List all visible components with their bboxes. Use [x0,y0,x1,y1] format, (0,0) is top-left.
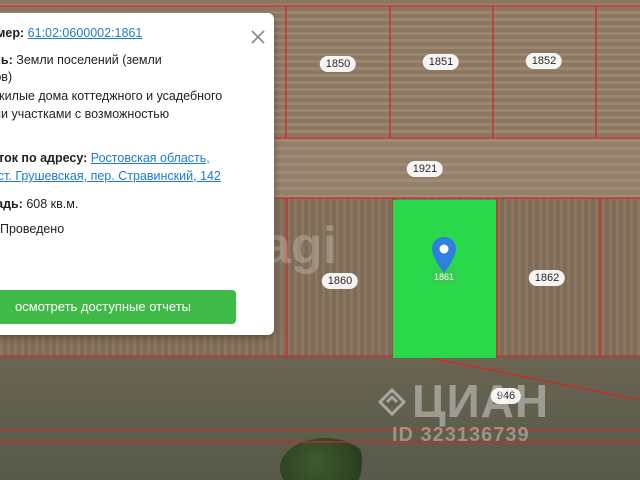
address-label: участок по адресу: [0,151,88,165]
area-label: лощадь: [0,197,23,211]
address-link[interactable]: Ростовская область, [91,151,210,165]
parcel-label[interactable]: 1850 [319,56,357,72]
parcel-label[interactable]: 1862 [528,270,566,286]
parcel-info-panel: й номер: 61:02:0600002:1861 емель: Земли… [0,13,274,335]
status-value: Проведено [0,222,65,236]
permitted-use-line-2: ьными участками с возможностью [0,107,170,121]
view-reports-button[interactable]: осмотреть доступные отчеты [0,290,236,324]
cadastral-number-link[interactable]: 61:02:0600002:1861 [28,26,143,40]
watermark-listing-id: ID 323136739 [392,424,530,446]
area-row: лощадь: 608 кв.м. [0,195,78,213]
land-category-value: Земли поселений (земли [16,53,162,67]
watermark-brand: ЦИАН [412,375,550,427]
land-category-label: емель: [0,53,13,67]
map-pin-icon[interactable] [431,236,457,274]
parcel-label[interactable]: 1852 [525,53,563,69]
permitted-use-row: ные жилые дома коттеджного и усадебного [0,87,222,105]
close-icon[interactable] [250,29,266,45]
permitted-use-row-2: ьными участками с возможностью [0,105,169,123]
parcel-label[interactable]: 1921 [406,161,444,177]
address-row-2: йон, ст. Грушевская, пер. Стравинский, 1… [0,167,221,185]
cadastral-number-row: й номер: 61:02:0600002:1861 [0,24,142,42]
area-value: 608 кв.м. [26,197,79,211]
status-row: Проведено [0,220,64,238]
cian-logo-icon [378,388,406,416]
address-row: участок по адресу: Ростовская область, [0,149,210,167]
address-link-2[interactable]: йон, ст. Грушевская, пер. Стравинский, 1… [0,169,221,183]
land-category-row: емель: Земли поселений (земли [0,51,162,69]
land-category-row-2: унктов) [0,68,12,86]
parcel-label[interactable]: 1851 [422,54,460,70]
cadastral-number-label: й номер: [0,26,25,40]
permitted-use-line-1: ные жилые дома коттеджного и усадебного [0,89,223,103]
land-category-value-2: унктов) [0,70,13,84]
